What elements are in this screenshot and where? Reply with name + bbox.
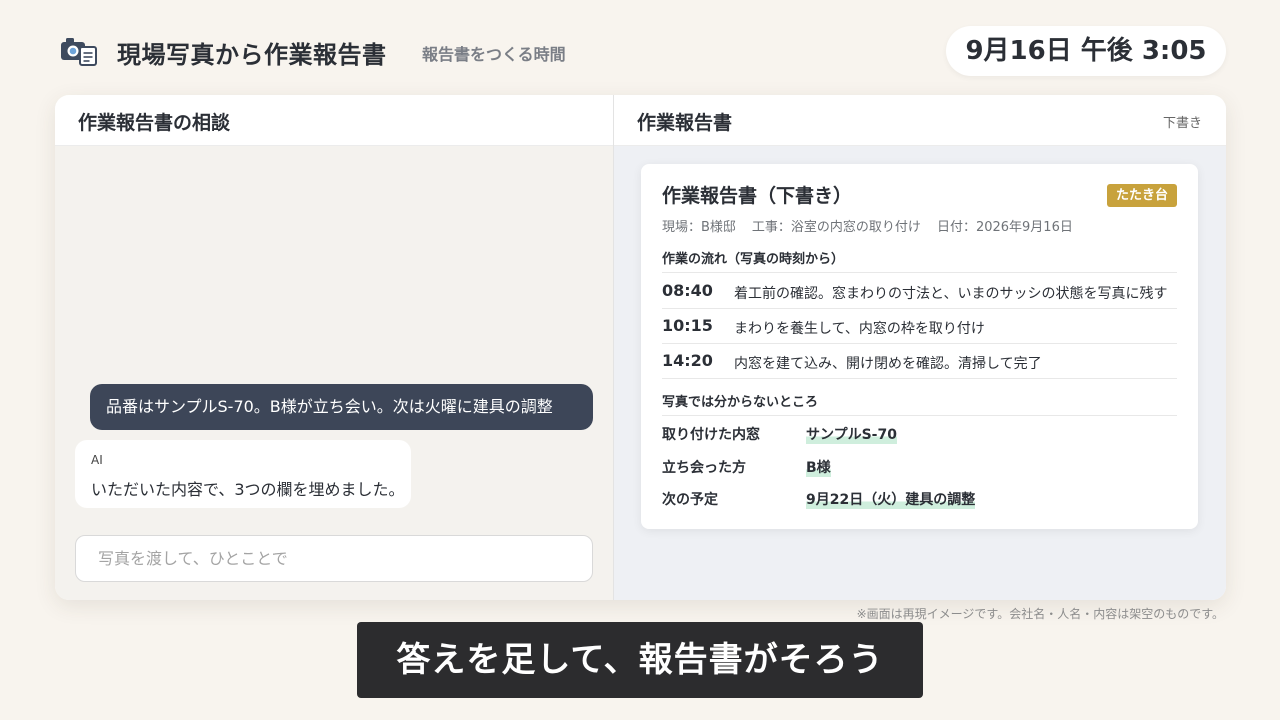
user-message: 品番はサンプルS-70。B様が立ち会い。次は火曜に建具の調整: [90, 384, 593, 430]
timeline-text: まわりを養生して、内窓の枠を取り付け: [734, 321, 985, 337]
stage: 現場写真から作業報告書 報告書をつくる時間 9月16日 午後 3:05 作業報告…: [0, 0, 1280, 720]
meta-site: 現場：B様邸: [662, 220, 736, 235]
divider: [662, 308, 1177, 309]
document-title: 作業報告書（下書き）: [662, 185, 853, 207]
assistant-message-text: いただいた内容で、3つの欄を埋めました。: [91, 480, 405, 499]
meta-work: 工事：浴室の内窓の取り付け: [751, 220, 921, 235]
unknowns-heading: 写真では分からないところ: [662, 395, 819, 410]
field-value: B様: [806, 457, 831, 477]
report-panel-header: 作業報告書 下書き: [614, 95, 1226, 146]
assistant-sender-label: AI: [91, 453, 103, 467]
assistant-message: AI いただいた内容で、3つの欄を埋めました。: [75, 440, 411, 508]
chat-panel-title: 作業報告書の相談: [78, 112, 231, 134]
chat-input[interactable]: [75, 535, 593, 582]
timeline-text: 着工前の確認。窓まわりの寸法と、いまのサッシの状態を写真に残す: [734, 286, 1168, 302]
timeline-text: 内窓を建て込み、開け閉めを確認。清掃して完了: [734, 356, 1042, 372]
timeline-time: 08:40: [662, 281, 713, 300]
chat-panel: 作業報告書の相談 品番はサンプルS-70。B様が立ち会い。次は火曜に建具の調整 …: [55, 95, 613, 600]
timeline-heading: 作業の流れ（写真の時刻から）: [662, 252, 845, 267]
meta-date: 日付：2026年9月16日: [936, 220, 1073, 235]
main-card: 作業報告書の相談 品番はサンプルS-70。B様が立ち会い。次は火曜に建具の調整 …: [55, 95, 1226, 600]
camera-document-icon: [60, 36, 100, 66]
chat-panel-header: 作業報告書の相談: [55, 95, 613, 146]
divider: [662, 378, 1177, 379]
field-label: 次の予定: [662, 492, 718, 508]
divider: [662, 343, 1177, 344]
report-status: 下書き: [1162, 116, 1202, 131]
timeline-time: 14:20: [662, 351, 713, 370]
draft-badge: たたき台: [1107, 184, 1177, 207]
disclaimer: ※画面は再現イメージです。会社名・人名・内容は架空のものです。: [856, 607, 1224, 621]
field-label: 取り付けた内窓: [662, 427, 760, 443]
caption: 答えを足して、報告書がそろう: [357, 622, 923, 698]
app-header: 現場写真から作業報告書 報告書をつくる時間 9月16日 午後 3:05: [60, 26, 1226, 76]
report-panel: 作業報告書 下書き 作業報告書（下書き） たたき台 現場：B様邸 工事：浴室の内窓…: [614, 95, 1226, 600]
clock: 9月16日 午後 3:05: [946, 26, 1226, 76]
report-document: 作業報告書（下書き） たたき台 現場：B様邸 工事：浴室の内窓の取り付け 日付：20…: [641, 164, 1198, 529]
app-title: 現場写真から作業報告書: [117, 41, 387, 69]
timeline-time: 10:15: [662, 316, 713, 335]
app-subtitle: 報告書をつくる時間: [422, 45, 566, 64]
divider: [662, 272, 1177, 273]
report-panel-title: 作業報告書: [637, 112, 733, 134]
divider: [662, 415, 1177, 416]
field-value: 9月22日（火）建具の調整: [806, 489, 976, 509]
field-value: サンプルS-70: [806, 424, 897, 444]
field-label: 立ち会った方: [662, 460, 746, 476]
document-meta: 現場：B様邸 工事：浴室の内窓の取り付け 日付：2026年9月16日: [662, 216, 1073, 235]
